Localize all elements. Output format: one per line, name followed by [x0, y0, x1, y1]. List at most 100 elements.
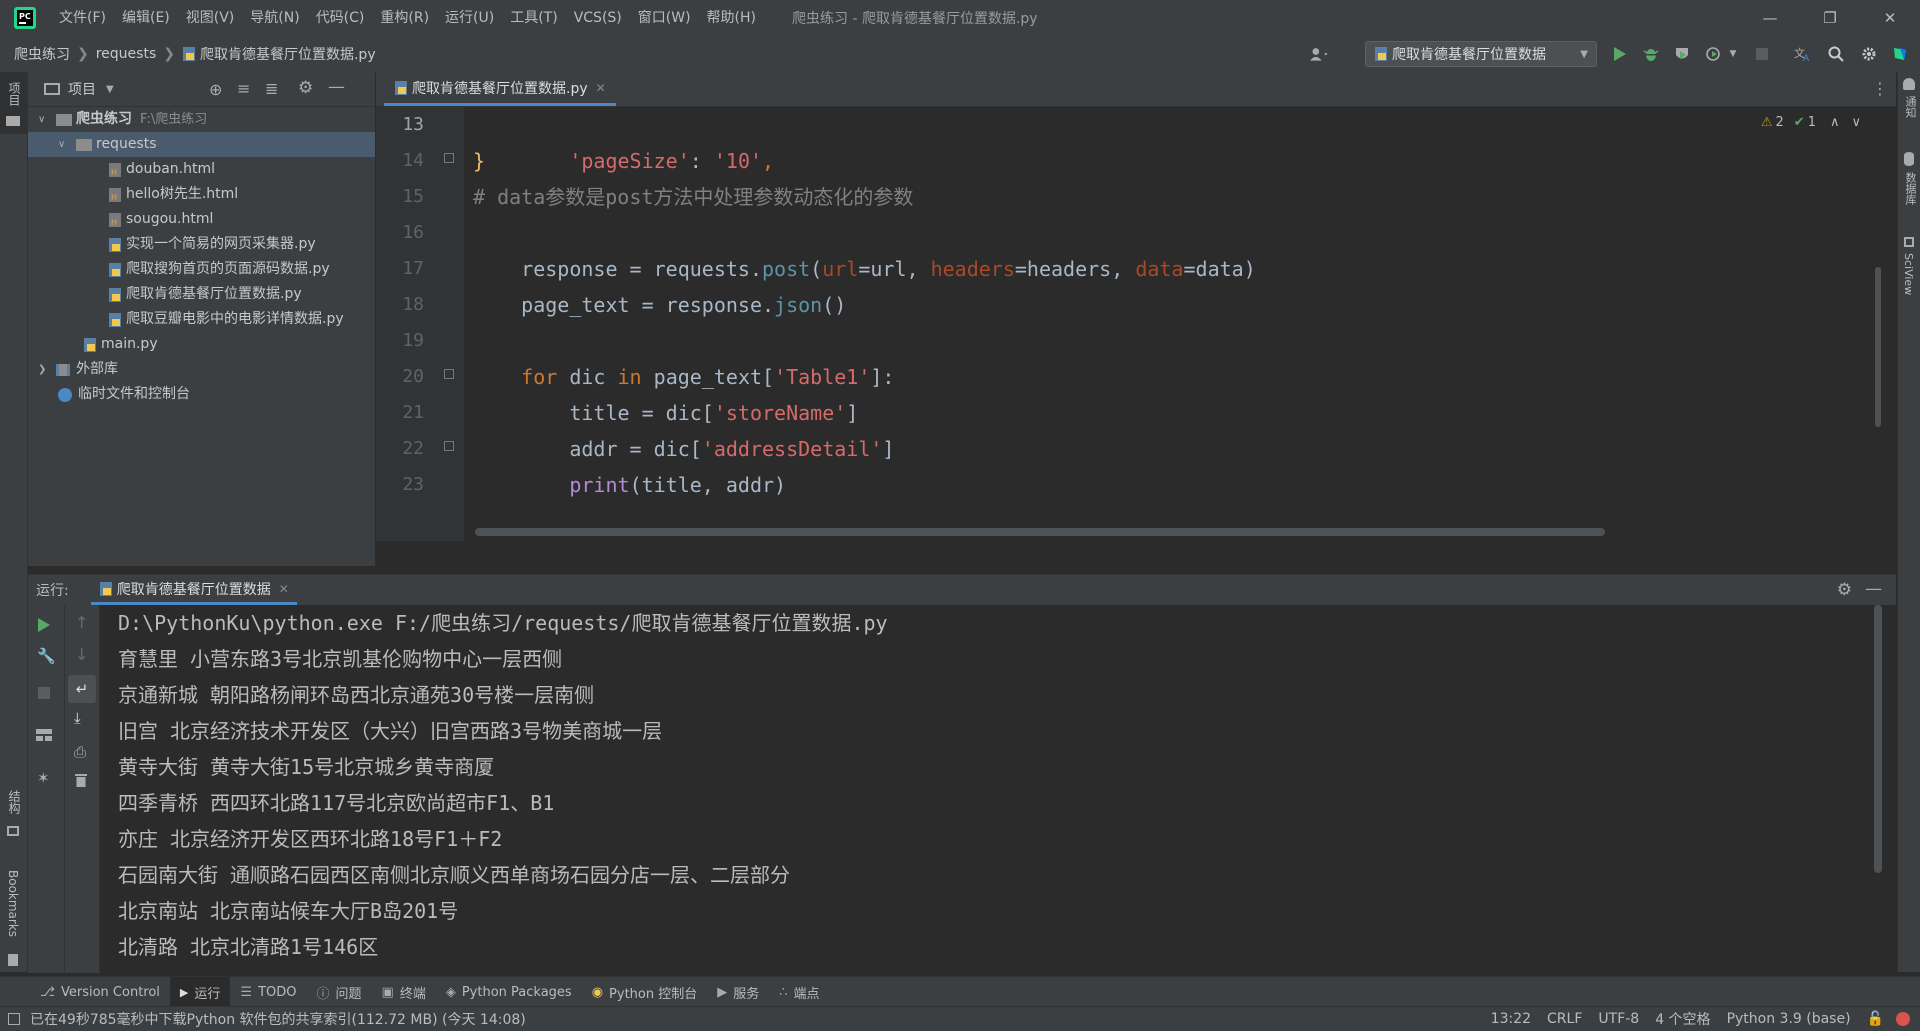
close-tab-icon[interactable]: ✕ — [596, 81, 606, 95]
fold-marker-icon[interactable] — [444, 153, 454, 163]
more-options-icon[interactable]: ⋮ — [1872, 79, 1888, 98]
inspection-widget[interactable]: ⚠ 2 ✔ 1 ∧ ∨ — [1761, 115, 1861, 130]
breadcrumb-project[interactable]: 爬虫练习 — [14, 44, 70, 64]
chevron-right-icon[interactable]: ❯ — [38, 357, 48, 382]
gear-icon[interactable]: ⚙ — [298, 78, 313, 98]
tree-item-requests-folder[interactable]: ∨ requests — [28, 132, 375, 157]
tool-tab-endpoints[interactable]: ∴ 端点 — [769, 977, 829, 1007]
sciview-tool-button[interactable]: SciView — [1898, 237, 1920, 337]
bookmarks-tool-button[interactable]: Bookmarks — [0, 862, 27, 972]
translate-icon[interactable]: 文A — [1793, 44, 1813, 64]
menu-window[interactable]: 窗口(W) — [630, 0, 699, 36]
structure-tool-button[interactable]: 结构 — [0, 782, 27, 862]
scroll-to-end-icon[interactable]: ⤓ — [74, 709, 81, 727]
python-interpreter[interactable]: Python 3.9 (base) — [1727, 1011, 1851, 1027]
tree-item-file[interactable]: H hello树先生.html — [28, 182, 375, 207]
tool-tab-python-packages[interactable]: ◈ Python Packages — [436, 977, 582, 1007]
tree-item-file[interactable]: H douban.html — [28, 157, 375, 182]
chevron-down-icon[interactable]: ▼ — [1723, 44, 1743, 64]
menu-view[interactable]: 视图(V) — [178, 0, 243, 36]
pin-icon[interactable]: ✶ — [37, 769, 50, 787]
file-encoding[interactable]: UTF-8 — [1598, 1011, 1639, 1027]
tree-item-file[interactable]: 爬取搜狗首页的页面源码数据.py — [28, 257, 375, 282]
coverage-icon[interactable] — [1672, 44, 1692, 64]
tool-tab-version-control[interactable]: ⎇ Version Control — [30, 977, 170, 1007]
status-message[interactable]: 已在49秒785毫秒中下载Python 软件包的共享索引(112.72 MB) … — [30, 1009, 526, 1029]
stop-icon[interactable] — [1752, 44, 1772, 64]
menu-run[interactable]: 运行(U) — [437, 0, 502, 36]
search-icon[interactable] — [1826, 44, 1846, 64]
database-tool-button[interactable]: 数据库 — [1898, 152, 1920, 232]
menu-navigate[interactable]: 导航(N) — [242, 0, 307, 36]
user-account-icon[interactable] — [1310, 44, 1330, 64]
breadcrumb-folder[interactable]: requests — [96, 46, 157, 62]
print-icon[interactable]: ⎙ — [74, 743, 86, 761]
tool-tab-todo[interactable]: ☰ TODO — [230, 977, 306, 1007]
breadcrumb-file[interactable]: 爬取肯德基餐厅位置数据.py — [200, 44, 376, 64]
console-scrollbar[interactable] — [1874, 605, 1882, 873]
caret-position[interactable]: 13:22 — [1491, 1011, 1531, 1027]
tree-item-file[interactable]: 爬取豆瓣电影中的电影详情数据.py — [28, 307, 375, 332]
soft-wrap-icon[interactable]: ↵ — [68, 675, 96, 703]
trash-icon[interactable] — [75, 773, 87, 791]
project-panel-title[interactable]: 项目 — [68, 79, 96, 99]
chevron-down-icon[interactable]: ∨ — [1851, 115, 1861, 130]
chevron-down-icon[interactable]: ▼ — [106, 84, 114, 95]
ide-status-icon[interactable] — [1896, 1012, 1910, 1026]
menu-vcs[interactable]: VCS(S) — [566, 0, 630, 36]
tree-item-file[interactable]: 实现一个简易的网页采集器.py — [28, 232, 375, 257]
tool-tab-services[interactable]: ▶ 服务 — [707, 977, 769, 1007]
tool-tab-terminal[interactable]: ▣ 终端 — [372, 977, 436, 1007]
debug-icon[interactable] — [1641, 44, 1661, 64]
notifications-tool-button[interactable]: 通知 — [1898, 78, 1920, 148]
menu-file[interactable]: 文件(F) — [51, 0, 114, 36]
run-tab-active[interactable]: 爬取肯德基餐厅位置数据 ✕ — [90, 575, 297, 605]
arrow-down-icon[interactable]: ↓ — [75, 645, 88, 664]
horizontal-scrollbar[interactable] — [475, 528, 1605, 536]
rerun-icon[interactable] — [37, 617, 51, 637]
indent-setting[interactable]: 4 个空格 — [1655, 1009, 1710, 1029]
tree-item-file[interactable]: 爬取肯德基餐厅位置数据.py — [28, 282, 375, 307]
tool-tab-python-console[interactable]: ◉ Python 控制台 — [582, 977, 708, 1007]
menu-tools[interactable]: 工具(T) — [502, 0, 565, 36]
editor-tab-active[interactable]: 爬取肯德基餐厅位置数据.py ✕ — [384, 72, 616, 106]
menu-edit[interactable]: 编辑(E) — [114, 0, 178, 36]
fold-marker-icon[interactable] — [444, 441, 454, 451]
minimize-icon[interactable]: — — [1740, 0, 1800, 36]
profile-icon[interactable] — [1703, 44, 1723, 64]
run-configuration-select[interactable]: 爬取肯德基餐厅位置数据 ▼ — [1365, 41, 1597, 67]
vertical-scrollbar[interactable] — [1875, 267, 1881, 427]
tree-item-project-root[interactable]: ∨ 爬虫练习 F:\爬虫练习 — [28, 107, 375, 132]
restore-icon[interactable]: ❐ — [1800, 0, 1860, 36]
layout-icon[interactable] — [36, 729, 52, 745]
chevron-up-icon[interactable]: ∧ — [1830, 115, 1840, 130]
code-editor[interactable]: 'pageSize': '10', } # data参数是post方法中处理参数… — [465, 107, 1885, 541]
close-icon[interactable]: ✕ — [1860, 0, 1920, 36]
tree-item-scratches[interactable]: 临时文件和控制台 — [28, 382, 375, 407]
stop-icon[interactable] — [38, 687, 50, 703]
tree-item-file[interactable]: H sougou.html — [28, 207, 375, 232]
lock-icon[interactable]: 🔓 — [1867, 1011, 1884, 1027]
gear-icon[interactable]: ⚙ — [1837, 580, 1852, 600]
run-icon[interactable] — [1610, 44, 1630, 64]
expand-all-icon[interactable]: ≡ — [237, 79, 250, 98]
settings-gear-icon[interactable] — [1859, 44, 1879, 64]
project-tool-button[interactable]: 项目 — [0, 72, 27, 134]
menu-refactor[interactable]: 重构(R) — [372, 0, 437, 36]
tree-item-file[interactable]: main.py — [28, 332, 375, 357]
menu-help[interactable]: 帮助(H) — [699, 0, 764, 36]
tree-item-external-libraries[interactable]: ❯ 外部库 — [28, 357, 375, 382]
line-separator[interactable]: CRLF — [1547, 1011, 1582, 1027]
close-tab-icon[interactable]: ✕ — [279, 582, 289, 596]
tool-tab-problems[interactable]: ⓘ 问题 — [306, 977, 371, 1007]
chevron-down-icon[interactable]: ∨ — [38, 107, 48, 132]
collapse-all-icon[interactable]: ≣ — [265, 79, 278, 98]
jetbrains-toolbox-icon[interactable] — [1890, 44, 1910, 64]
hide-panel-icon[interactable]: — — [1865, 579, 1882, 599]
hide-panel-icon[interactable]: — — [328, 77, 345, 97]
toggle-tool-windows-icon[interactable] — [8, 1013, 20, 1025]
locate-target-icon[interactable]: ⊕ — [209, 80, 222, 99]
tool-tab-run[interactable]: ▶ 运行 — [169, 977, 231, 1007]
fold-marker-icon[interactable] — [444, 369, 454, 379]
chevron-down-icon[interactable]: ∨ — [58, 132, 68, 157]
